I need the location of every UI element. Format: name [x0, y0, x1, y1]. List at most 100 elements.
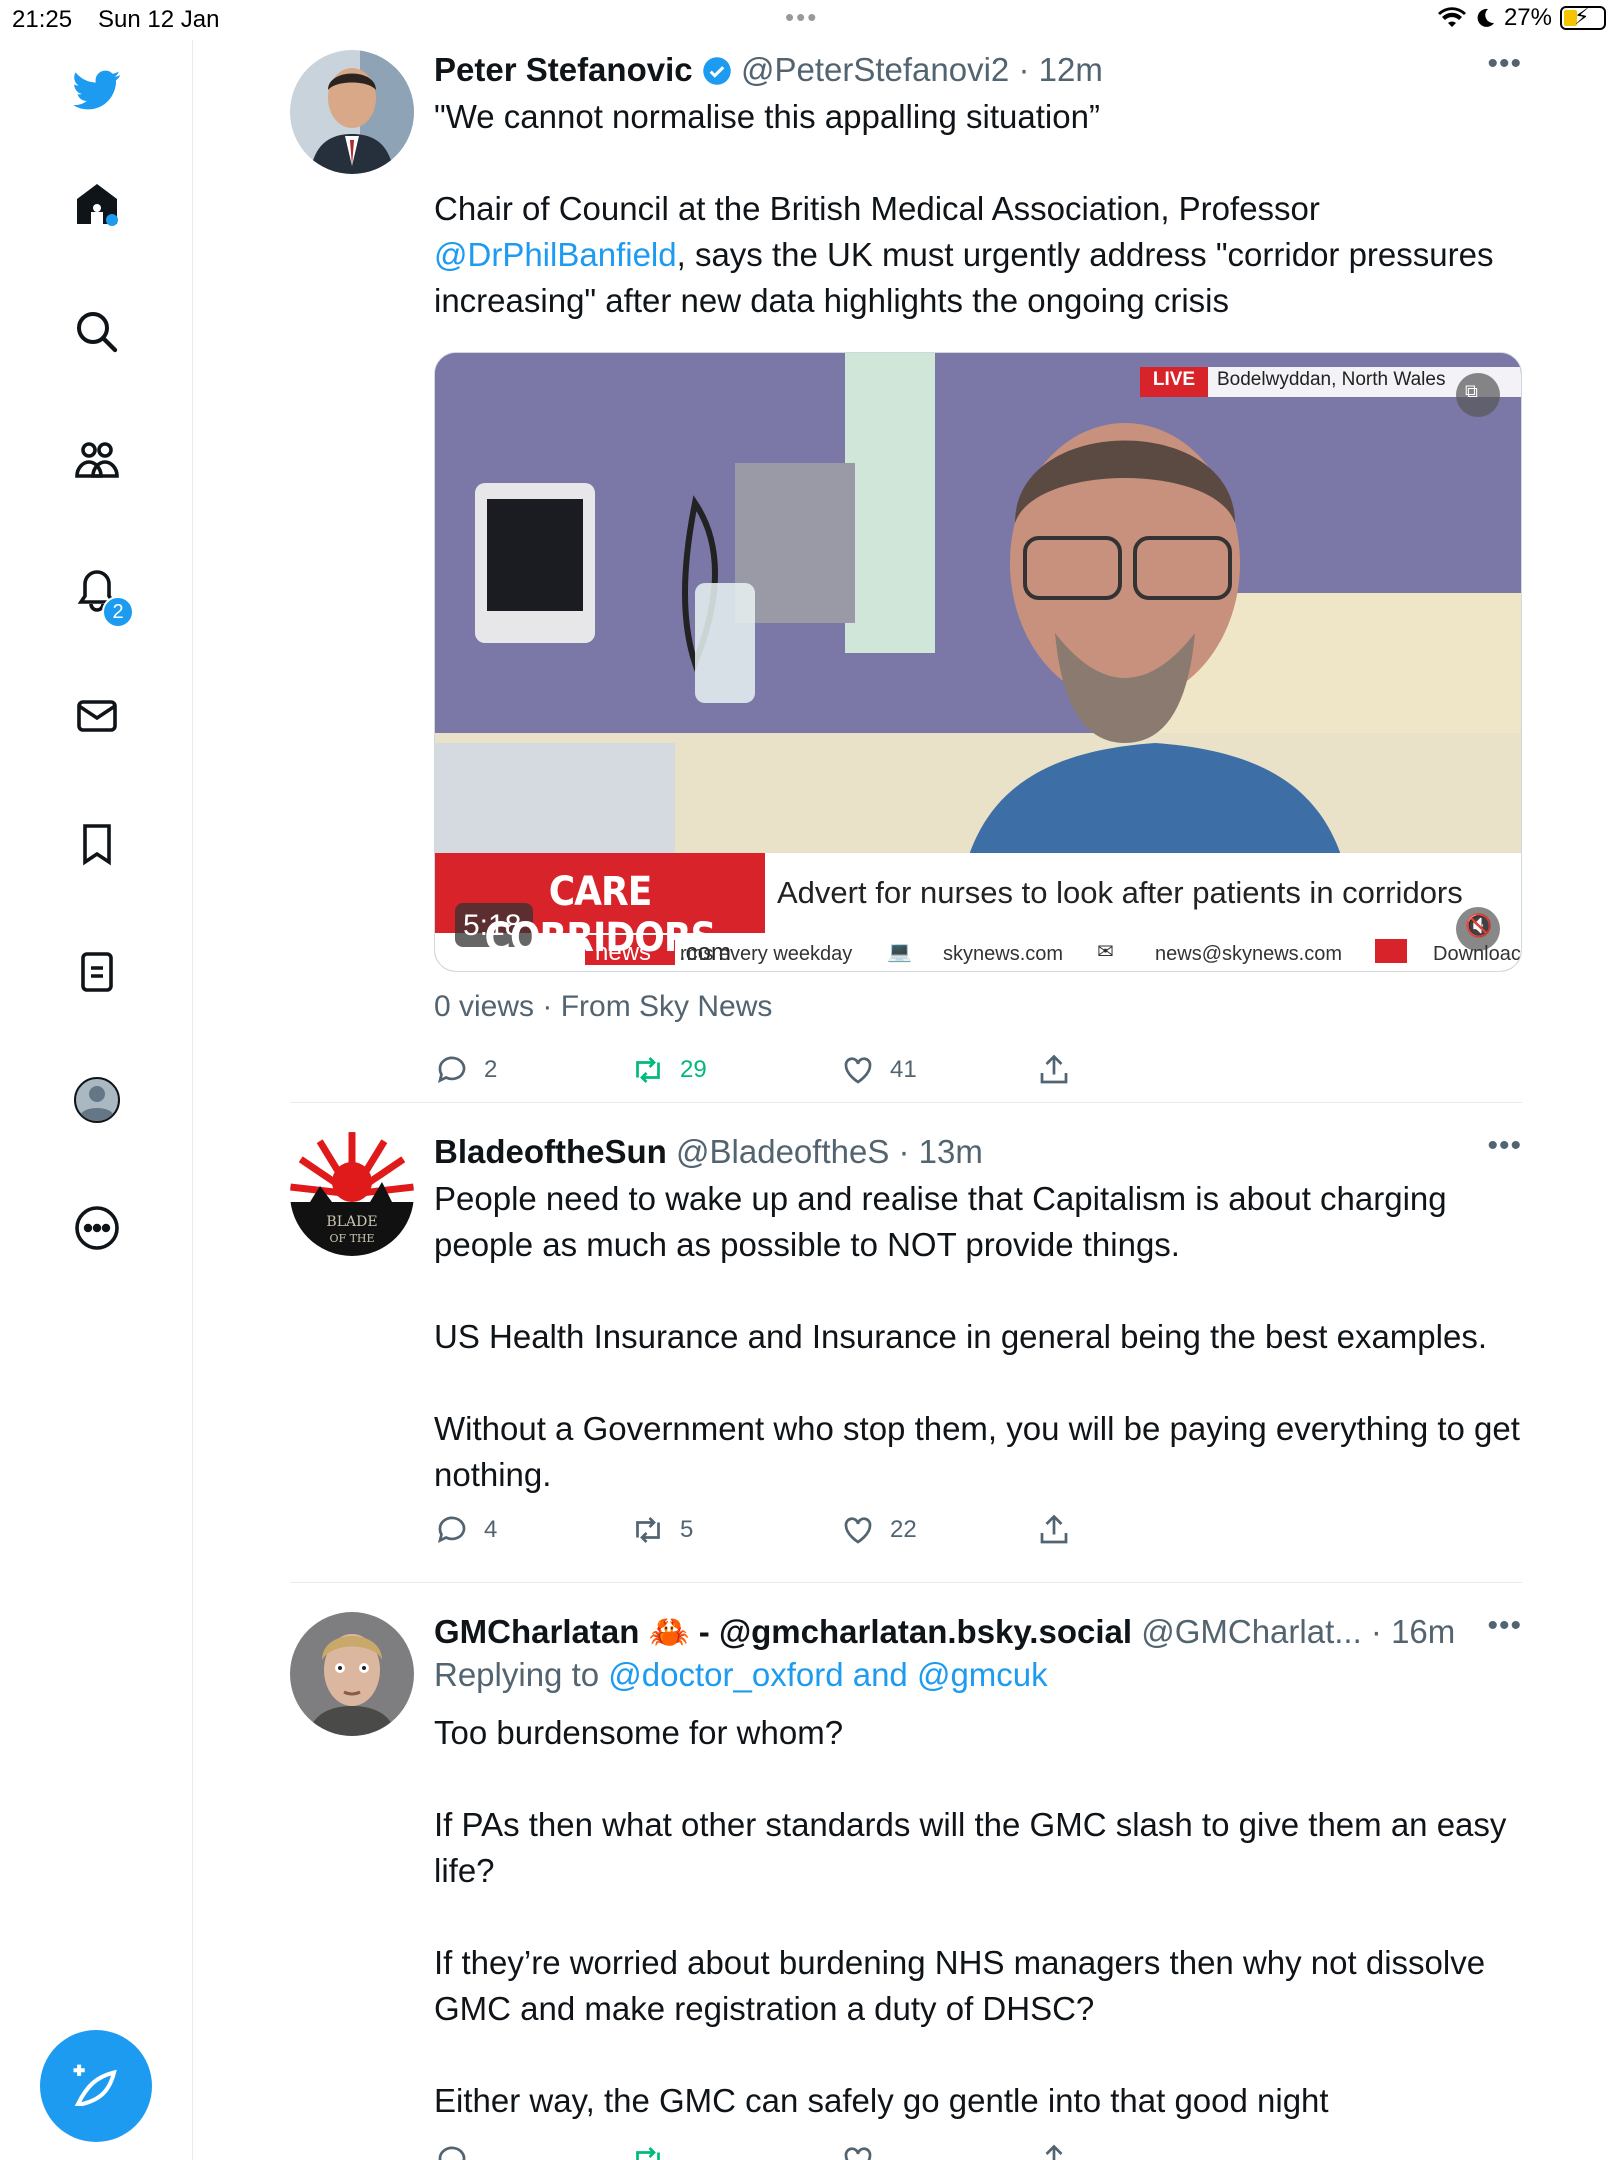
- svg-text:OF THE: OF THE: [329, 1232, 374, 1245]
- tweet-age: · 13m: [898, 1133, 983, 1170]
- sidebar: 2: [0, 40, 193, 2160]
- like-button[interactable]: 22: [840, 1512, 917, 1548]
- more-options-icon[interactable]: [67, 1198, 127, 1258]
- moon-icon: [1477, 8, 1494, 27]
- ticker-item: news@skynews.com: [1155, 943, 1343, 965]
- video-player[interactable]: LIVE Bodelwyddan, North Wales ⧉ CARE COR…: [434, 352, 1522, 972]
- author-name[interactable]: Peter Stefanovic: [434, 51, 693, 88]
- video-location: Bodelwyddan, North Wales: [1217, 369, 1446, 390]
- video-views: 0 views · From Sky News: [434, 990, 773, 1023]
- tweet-more-icon[interactable]: •••: [1481, 1606, 1522, 1646]
- retweet-button[interactable]: 5: [630, 1512, 693, 1548]
- reply-icon: [437, 1056, 466, 1084]
- bookmarks-icon[interactable]: [67, 814, 127, 874]
- status-date: Sun 12 Jan: [98, 6, 220, 33]
- battery-icon: ⚡: [1560, 4, 1606, 30]
- retweet-count: 5: [680, 1516, 694, 1543]
- reply-button[interactable]: 4: [434, 1512, 497, 1548]
- author-name[interactable]: GMCharlatan: [434, 1613, 639, 1650]
- retweet-icon: [636, 1517, 660, 1543]
- wifi-icon: [1437, 7, 1466, 28]
- share-button[interactable]: [1036, 1052, 1072, 1088]
- tweet-divider: [290, 1102, 1522, 1103]
- like-count: 41: [890, 1056, 917, 1083]
- reply-button[interactable]: [434, 2142, 470, 2160]
- reply-count: 4: [484, 1516, 498, 1543]
- ticker-item: rms every weekday: [680, 943, 853, 965]
- author-name[interactable]: BladeoftheSun: [434, 1133, 667, 1170]
- svg-text:BLADE: BLADE: [326, 1214, 377, 1230]
- tweet-text: "We cannot normalise this appalling situ…: [434, 94, 1522, 324]
- mute-icon[interactable]: 🔇: [1465, 913, 1492, 939]
- tweet-text: People need to wake up and realise that …: [434, 1180, 1520, 1493]
- author-handle[interactable]: @BladeoftheS: [676, 1133, 889, 1170]
- retweet-count: 29: [680, 1056, 707, 1083]
- lists-icon[interactable]: [67, 942, 127, 1002]
- laptop-icon: 💻: [887, 941, 912, 963]
- replying-to: Replying to @doctor_oxford and @gmcuk: [434, 1652, 1522, 1698]
- status-bar: 21:25 Sun 12 Jan ••• 27% ⚡: [0, 0, 1620, 40]
- twitter-logo-icon[interactable]: [67, 60, 127, 120]
- envelope-icon: ✉: [1097, 941, 1114, 963]
- tweet-quote-line: "We cannot normalise this appalling situ…: [434, 98, 1100, 135]
- profile-icon[interactable]: [67, 1070, 127, 1130]
- tweet-more-icon[interactable]: •••: [1487, 44, 1522, 84]
- ticker-item: Downloac: [1433, 943, 1521, 965]
- author-handle[interactable]: @PeterStefanovi2: [741, 51, 1009, 88]
- retweet-button[interactable]: 29: [630, 1052, 707, 1088]
- notifications-badge: 2: [102, 596, 134, 628]
- retweet-icon: [636, 1057, 660, 1083]
- reply-button[interactable]: 2: [434, 1052, 497, 1088]
- reply-icon: [437, 1516, 466, 1544]
- multitasking-dots-icon[interactable]: •••: [785, 2, 818, 33]
- compose-feather-icon: [73, 2064, 117, 2107]
- compose-tweet-button[interactable]: [40, 2030, 152, 2142]
- home-unread-dot: [106, 214, 118, 226]
- communities-icon[interactable]: [67, 430, 127, 490]
- crab-emoji-icon: 🦀: [648, 1613, 690, 1650]
- tweet-age: · 16m: [1370, 1613, 1456, 1650]
- heart-icon: [844, 2147, 872, 2160]
- replying-to-links[interactable]: @doctor_oxford and @gmcuk: [608, 1656, 1047, 1693]
- avatar[interactable]: [290, 50, 414, 174]
- share-icon: [1040, 1054, 1068, 1084]
- avatar[interactable]: [290, 1612, 414, 1736]
- verified-badge-icon: [703, 57, 731, 85]
- share-button[interactable]: [1036, 2142, 1072, 2160]
- like-button[interactable]: [840, 2142, 876, 2160]
- author-handle[interactable]: @GMCharlat...: [1141, 1613, 1362, 1650]
- avatar[interactable]: BLADE OF THE: [290, 1132, 414, 1256]
- ticker-item: skynews.com: [943, 943, 1064, 965]
- tweet-text: Too burdensome for whom? If PAs then wha…: [434, 1714, 1507, 2119]
- share-icon: [1040, 1514, 1068, 1544]
- tweet-header: BladeoftheSun @BladeoftheS · 13m •••: [434, 1129, 1522, 1172]
- share-icon: [1045, 2144, 1063, 2160]
- captions-icon[interactable]: ⧉: [1465, 381, 1478, 402]
- battery-percent: 27%: [1503, 4, 1552, 31]
- mention-link[interactable]: @DrPhilBanfield: [434, 236, 677, 273]
- home-icon[interactable]: [67, 174, 127, 234]
- tweet-body-part: Chair of Council at the British Medical …: [434, 190, 1330, 227]
- tweet-more-icon[interactable]: •••: [1487, 1126, 1522, 1166]
- retweet-button[interactable]: [630, 2142, 666, 2160]
- status-icons: 27% ⚡: [1437, 4, 1606, 32]
- like-button[interactable]: 41: [840, 1052, 917, 1088]
- video-duration: 5:18: [463, 909, 522, 942]
- live-label: LIVE: [1152, 369, 1196, 390]
- heart-icon: [844, 1057, 872, 1084]
- author-name-suffix: - @gmcharlatan.bsky.social: [689, 1613, 1133, 1650]
- tweet-divider: [290, 1582, 1522, 1583]
- reply-count: 2: [484, 1056, 498, 1083]
- ticker-brand: news: [595, 939, 652, 966]
- heart-icon: [844, 1517, 872, 1544]
- messages-mail-icon[interactable]: [67, 686, 127, 746]
- replying-prefix: Replying to: [434, 1656, 609, 1693]
- tweet-age: · 12m: [1018, 51, 1103, 88]
- status-time: 21:25: [12, 6, 73, 33]
- retweet-icon: [636, 2147, 660, 2160]
- search-icon[interactable]: [67, 302, 127, 362]
- tweet-header: Peter Stefanovic @PeterStefanovi2 · 12m …: [434, 47, 1522, 90]
- reply-icon: [438, 2146, 466, 2160]
- tweet-header: GMCharlatan 🦀 - @gmcharlatan.bsky.social…: [434, 1606, 1522, 1652]
- share-button[interactable]: [1036, 1512, 1072, 1548]
